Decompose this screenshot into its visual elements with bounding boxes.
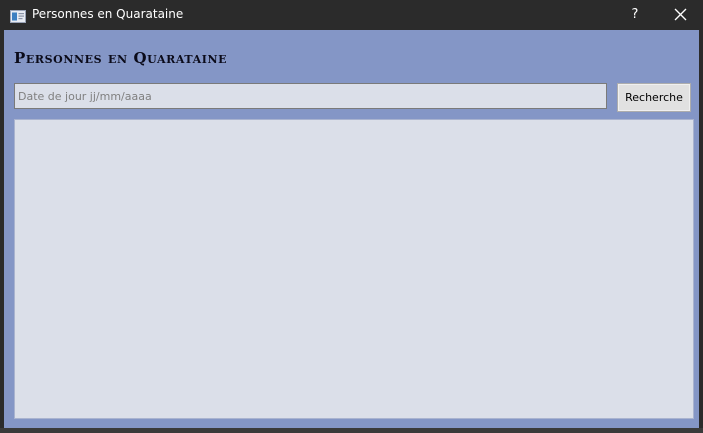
title-bar[interactable]: Personnes en Quarataine ? bbox=[0, 0, 703, 30]
search-button[interactable]: Recherche bbox=[617, 83, 691, 112]
help-button[interactable]: ? bbox=[620, 0, 650, 30]
close-icon bbox=[674, 8, 687, 21]
help-icon: ? bbox=[631, 7, 639, 22]
date-input[interactable] bbox=[14, 83, 607, 109]
dialog-body: Personnes en Quarataine Recherche bbox=[4, 30, 699, 428]
window-bottom-edge bbox=[0, 428, 703, 433]
results-list[interactable] bbox=[14, 119, 694, 419]
close-button[interactable] bbox=[662, 0, 698, 30]
window-app-icon bbox=[10, 8, 26, 23]
application-window: Personnes en Quarataine ? Personnes en Q… bbox=[0, 0, 703, 433]
page-title: Personnes en Quarataine bbox=[14, 49, 228, 67]
window-title: Personnes en Quarataine bbox=[32, 7, 184, 21]
